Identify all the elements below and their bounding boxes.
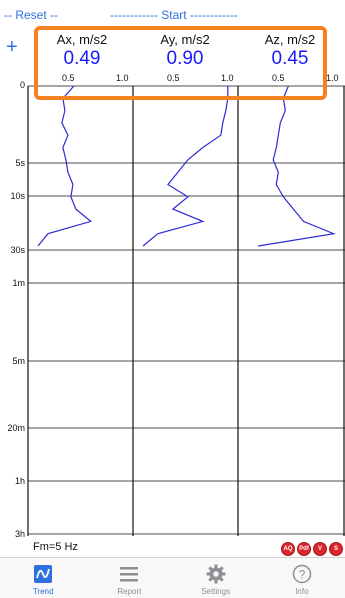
tab-report[interactable]: Report xyxy=(86,558,172,598)
tab-label: Info xyxy=(295,587,309,596)
s-export-icon[interactable]: S xyxy=(329,542,343,556)
v-export-icon[interactable]: V xyxy=(313,542,327,556)
trace-az xyxy=(258,85,336,247)
tab-info[interactable]: ? Info xyxy=(259,558,345,598)
column-title: Az, m/s2 xyxy=(264,32,316,47)
time-label: 5m xyxy=(12,356,25,366)
time-label: 3h xyxy=(14,529,25,539)
question-icon: ? xyxy=(291,563,313,585)
tick-label: 0.5 xyxy=(62,73,75,83)
svg-text:?: ? xyxy=(299,568,306,582)
time-label: 10s xyxy=(10,191,25,201)
tab-label: Settings xyxy=(201,587,231,596)
tick-label: 1.0 xyxy=(221,73,234,83)
column-value: 0.49 xyxy=(63,48,101,69)
time-label: 30s xyxy=(10,245,25,255)
export-badges: AQ Pdf V S xyxy=(281,542,343,556)
tick-label: 1.0 xyxy=(116,73,129,83)
list-icon xyxy=(118,563,140,585)
trend-icon xyxy=(32,563,54,585)
plot-traces xyxy=(37,85,336,247)
column-value: 0.45 xyxy=(271,48,309,69)
column-header-az: Az, m/s2 0.45 xyxy=(238,32,342,70)
sample-rate-label: Fm=5 Hz xyxy=(33,541,78,553)
pdf-export-icon[interactable]: Pdf xyxy=(297,542,311,556)
column-header-ay: Ay, m/s2 0.90 xyxy=(133,32,237,70)
tab-settings[interactable]: Settings xyxy=(173,558,259,598)
time-label: 1h xyxy=(14,476,25,486)
column-value: 0.90 xyxy=(166,48,204,69)
time-label: 5s xyxy=(15,158,25,168)
gear-icon xyxy=(205,563,227,585)
tick-label: 0.5 xyxy=(272,73,285,83)
tab-bar: Trend Report Settings ? Info xyxy=(0,557,345,598)
time-label: 1m xyxy=(12,278,25,288)
tab-label: Trend xyxy=(32,587,54,596)
column-title: Ax, m/s2 xyxy=(56,32,108,47)
aq-export-icon[interactable]: AQ xyxy=(281,542,295,556)
trace-ax xyxy=(37,85,93,247)
tab-trend[interactable]: Trend xyxy=(0,558,86,598)
plot-grid xyxy=(27,85,345,536)
column-title: Ay, m/s2 xyxy=(160,32,210,47)
tick-label: 0.5 xyxy=(167,73,180,83)
time-label: 20m xyxy=(7,423,25,433)
column-header-ax: Ax, m/s2 0.49 xyxy=(30,32,134,70)
trace-ay xyxy=(142,86,229,247)
tab-label: Report xyxy=(117,587,142,596)
app-root: -- Reset -- ------------ Start ---------… xyxy=(0,0,345,598)
time-label: 0 xyxy=(19,80,25,90)
tick-label: 1.0 xyxy=(326,73,339,83)
